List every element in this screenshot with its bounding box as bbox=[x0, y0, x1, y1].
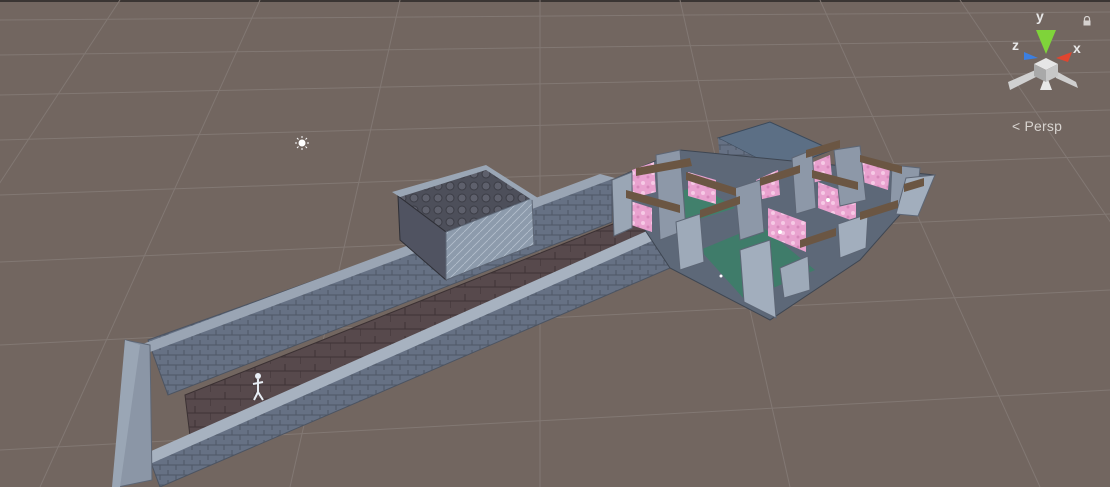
projection-toggle[interactable]: < Persp bbox=[1012, 118, 1062, 134]
sun-light-icon[interactable] bbox=[295, 136, 309, 150]
axis-y-label: y bbox=[1036, 8, 1044, 24]
scene-viewport[interactable] bbox=[0, 0, 1110, 487]
axis-y-cone bbox=[1036, 30, 1056, 54]
axis-z-label: z bbox=[1012, 37, 1019, 53]
chevron-left-icon: < bbox=[1012, 118, 1021, 134]
axis-x-cone bbox=[1056, 52, 1072, 62]
corridor-walls bbox=[112, 174, 672, 487]
projection-label: Persp bbox=[1024, 118, 1063, 134]
axis-z-cone bbox=[1024, 52, 1038, 60]
cell-block bbox=[611, 121, 937, 321]
lock-icon[interactable] bbox=[1082, 16, 1092, 26]
axis-x-label: x bbox=[1073, 40, 1081, 56]
